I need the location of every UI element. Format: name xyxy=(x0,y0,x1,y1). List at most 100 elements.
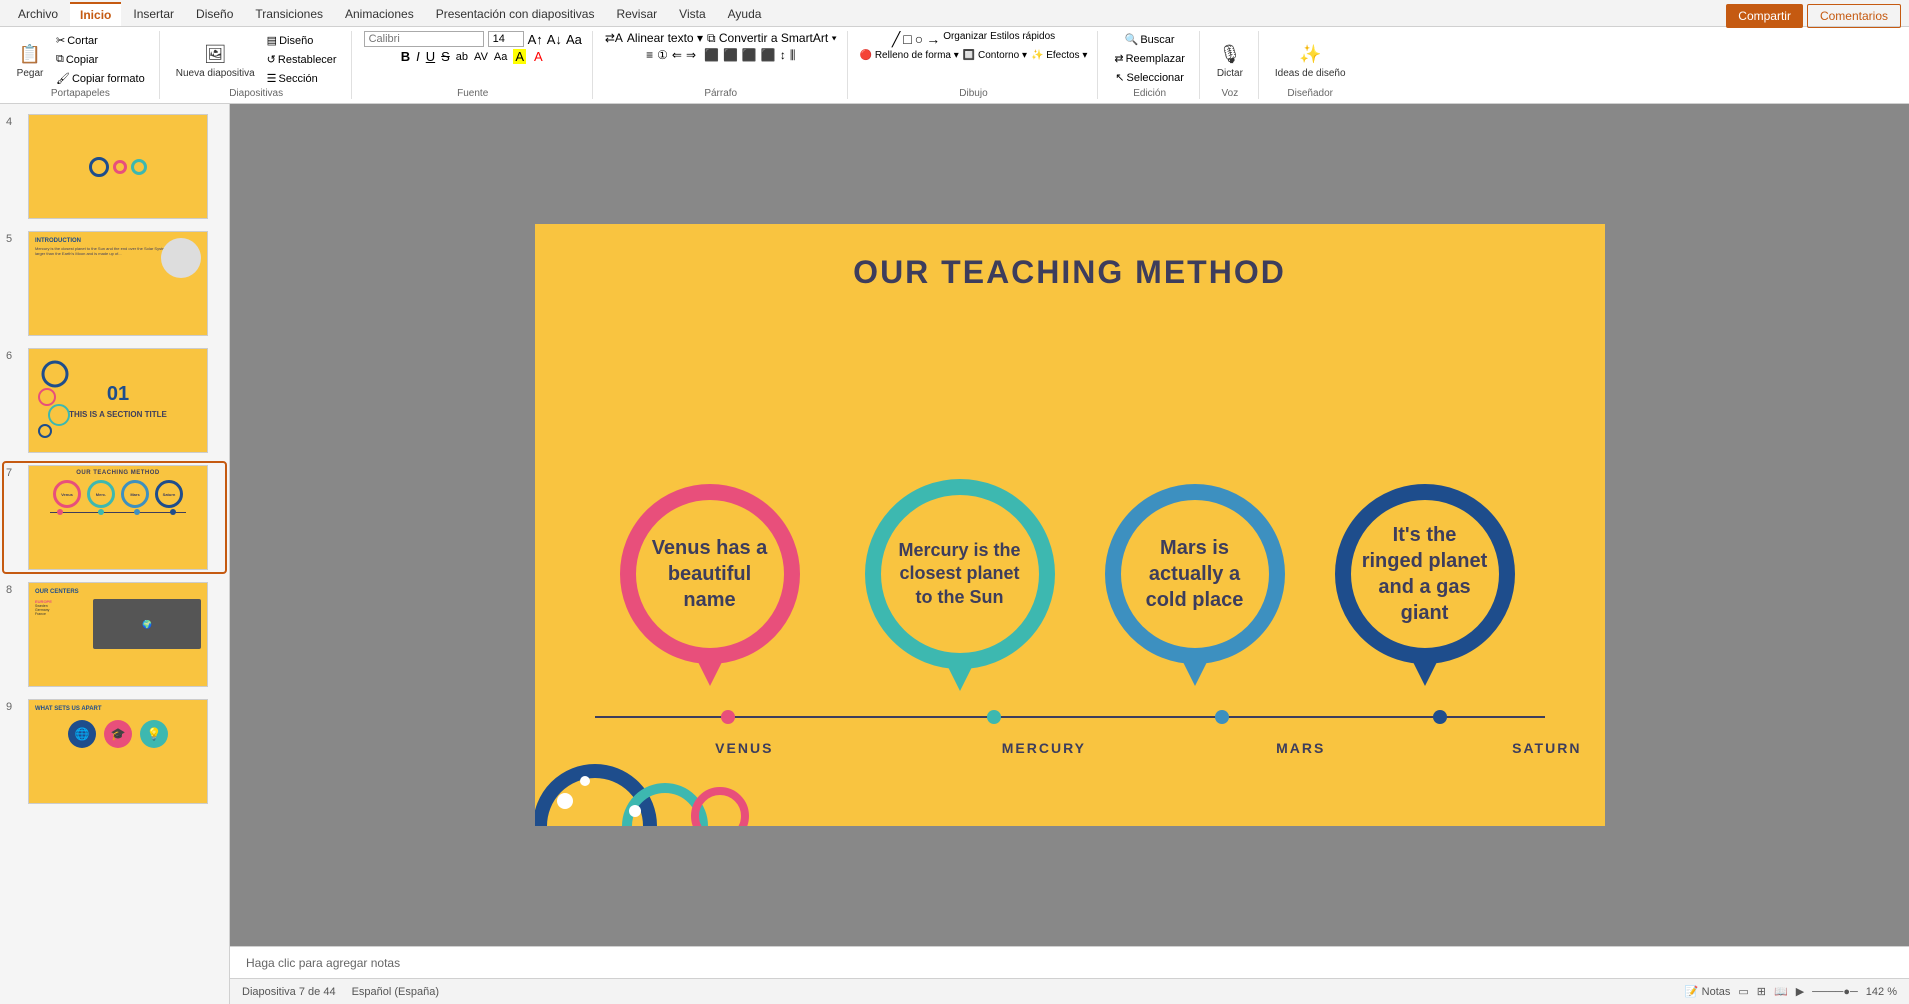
quick-styles-button[interactable]: Estilos rápidos xyxy=(990,31,1055,48)
line-spacing-button[interactable]: ↕ xyxy=(780,48,786,63)
slide-canvas[interactable]: OUR TEACHING METHOD Venus has a beautifu… xyxy=(230,104,1909,946)
venus-text: Venus has a beautiful name xyxy=(636,525,784,623)
decrease-indent-button[interactable]: ⇐ xyxy=(672,48,682,63)
tab-inicio[interactable]: Inicio xyxy=(70,2,121,26)
align-right-button[interactable]: ⬛ xyxy=(742,48,757,63)
font-color-button[interactable]: A xyxy=(532,49,545,64)
font-increase-icon[interactable]: A↑ xyxy=(528,32,543,47)
design-button[interactable]: ▤ Diseño xyxy=(263,32,341,49)
comments-button[interactable]: Comentarios xyxy=(1807,4,1901,28)
thumb7-circles: Venus Merc. Mars Saturn xyxy=(53,480,183,508)
slide-number-7: 7 xyxy=(6,465,22,479)
convert-smartart-button[interactable]: ⧉ Convertir a SmartArt ▾ xyxy=(707,31,837,46)
shape-line-icon[interactable]: ╱ xyxy=(892,31,900,48)
slide-sorter-button[interactable]: ⊞ xyxy=(1757,985,1766,998)
find-icon: 🔍 xyxy=(1125,33,1139,46)
group-dibujo-label: Dibujo xyxy=(959,88,987,99)
slide-image-8: OUR CENTERS EUROPE SwedenGermanyFrance 🌍 xyxy=(28,582,208,687)
cut-button[interactable]: ✂ Cortar xyxy=(52,32,149,49)
bullets-button[interactable]: ≡ xyxy=(646,48,653,63)
main-area: 4 5 INTRODUCTION Mercury is the closes xyxy=(0,104,1909,1004)
share-button[interactable]: Compartir xyxy=(1726,4,1803,28)
group-portapapeles: 📋 Pegar ✂ Cortar ⧉ Copiar 🖌 Copiar forma… xyxy=(8,31,160,99)
group-fuente-label: Fuente xyxy=(457,88,488,99)
shape-outline-button[interactable]: 🔲 Contorno ▾ xyxy=(963,50,1027,61)
new-slide-button[interactable]: 🖼 Nueva diapositiva xyxy=(172,38,259,81)
highlight-button[interactable]: A xyxy=(513,49,526,64)
slide-panel[interactable]: 4 5 INTRODUCTION Mercury is the closes xyxy=(0,104,230,1004)
mercury-label: MERCURY xyxy=(1002,740,1086,756)
shadow-button[interactable]: ab xyxy=(456,51,468,63)
slide-number-5: 5 xyxy=(6,231,22,245)
slide-9-title: WHAT SETS US APART xyxy=(35,706,201,712)
reading-view-button[interactable]: 📖 xyxy=(1774,985,1788,998)
shape-arrow-icon[interactable]: → xyxy=(926,31,940,48)
slide-image-7: OUR TEACHING METHOD Venus Merc. Mars Sat… xyxy=(28,465,208,570)
tab-vista[interactable]: Vista xyxy=(669,3,715,25)
text-direction-button[interactable]: ⇄A xyxy=(605,31,623,46)
section-button[interactable]: ☰ Sección xyxy=(263,70,341,87)
clear-format-icon[interactable]: Aa xyxy=(566,32,582,47)
change-case-button[interactable]: Aa xyxy=(494,51,507,63)
justify-button[interactable]: ⬛ xyxy=(761,48,776,63)
align-left-button[interactable]: ⬛ xyxy=(704,48,719,63)
slideshow-button[interactable]: ▶ xyxy=(1796,985,1804,998)
italic-button[interactable]: I xyxy=(416,49,420,64)
saturn-text: It's the ringed planet and a gas giant xyxy=(1351,512,1499,636)
slide-thumb-7[interactable]: 7 OUR TEACHING METHOD Venus Merc. Mars S… xyxy=(4,463,225,572)
select-icon: ↖ xyxy=(1115,71,1124,84)
align-text-button[interactable]: Alinear texto ▾ xyxy=(627,31,703,46)
ribbon-body: 📋 Pegar ✂ Cortar ⧉ Copiar 🖌 Copiar forma… xyxy=(0,27,1909,103)
charspace-button[interactable]: AV xyxy=(474,51,488,63)
shape-circle-icon[interactable]: ○ xyxy=(915,31,923,48)
slide-thumb-5[interactable]: 5 INTRODUCTION Mercury is the closest pl… xyxy=(4,229,225,338)
design-ideas-icon: ✨ xyxy=(1296,40,1324,68)
status-left: Diapositiva 7 de 44 Español (España) xyxy=(242,986,439,998)
tab-revisar[interactable]: Revisar xyxy=(606,3,667,25)
saturn-pointer xyxy=(1413,662,1437,686)
shape-rect-icon[interactable]: □ xyxy=(903,31,911,48)
select-button[interactable]: ↖ Seleccionar xyxy=(1111,69,1188,86)
font-size-input[interactable] xyxy=(488,31,524,47)
slide-thumb-6[interactable]: 6 01 THIS IS A SECTION TITLE xyxy=(4,346,225,455)
format-painter-button[interactable]: 🖌 Copiar formato xyxy=(52,70,149,87)
slide-thumb-4[interactable]: 4 xyxy=(4,112,225,221)
group-disenador-label: Diseñador xyxy=(1287,88,1333,99)
align-center-button[interactable]: ⬛ xyxy=(723,48,738,63)
numbering-button[interactable]: ① xyxy=(657,48,668,63)
tab-ayuda[interactable]: Ayuda xyxy=(718,3,772,25)
design-ideas-button[interactable]: ✨ Ideas de diseño xyxy=(1271,38,1350,81)
replace-icon: ⇄ xyxy=(1114,52,1123,65)
underline-button[interactable]: U xyxy=(426,49,435,64)
bold-button[interactable]: B xyxy=(401,49,410,64)
increase-indent-button[interactable]: ⇒ xyxy=(686,48,696,63)
tab-animaciones[interactable]: Animaciones xyxy=(335,3,424,25)
strikethrough-button[interactable]: S xyxy=(441,49,450,64)
dictate-icon: 🎙 xyxy=(1216,40,1244,68)
find-button[interactable]: 🔍 Buscar xyxy=(1121,31,1179,48)
shape-effects-button[interactable]: ✨ Efectos ▾ xyxy=(1031,50,1087,61)
notes-view-button[interactable]: 📝 Notas xyxy=(1685,985,1731,998)
slide-thumb-9[interactable]: 9 WHAT SETS US APART 🌐 🎓 💡 xyxy=(4,697,225,806)
paste-button[interactable]: 📋 Pegar xyxy=(12,38,48,81)
group-parrafo-content: ⇄A Alinear texto ▾ ⧉ Convertir a SmartAr… xyxy=(605,31,837,88)
arrange-button[interactable]: Organizar xyxy=(943,31,987,48)
tab-archivo[interactable]: Archivo xyxy=(8,3,68,25)
tab-insertar[interactable]: Insertar xyxy=(123,3,184,25)
venus-pointer xyxy=(698,662,722,686)
notes-bar[interactable]: Haga clic para agregar notas xyxy=(230,946,1909,978)
tab-transiciones[interactable]: Transiciones xyxy=(245,3,333,25)
shape-fill-button[interactable]: 🔴 Relleno de forma ▾ xyxy=(860,50,959,61)
replace-button[interactable]: ⇄ Reemplazar xyxy=(1110,50,1189,67)
font-family-input[interactable] xyxy=(364,31,484,47)
tab-diseno[interactable]: Diseño xyxy=(186,3,243,25)
copy-button[interactable]: ⧉ Copiar xyxy=(52,51,149,68)
font-decrease-icon[interactable]: A↓ xyxy=(547,32,562,47)
dictate-button[interactable]: 🎙 Dictar xyxy=(1212,38,1248,81)
normal-view-button[interactable]: ▭ xyxy=(1738,985,1748,998)
reset-button[interactable]: ↺ Restablecer xyxy=(263,51,341,68)
zoom-slider[interactable]: ────●─ xyxy=(1812,986,1858,998)
slide-thumb-8[interactable]: 8 OUR CENTERS EUROPE SwedenGermanyFrance… xyxy=(4,580,225,689)
tab-presentacion[interactable]: Presentación con diapositivas xyxy=(426,3,605,25)
text-columns-button[interactable]: ⫼ xyxy=(790,48,796,63)
